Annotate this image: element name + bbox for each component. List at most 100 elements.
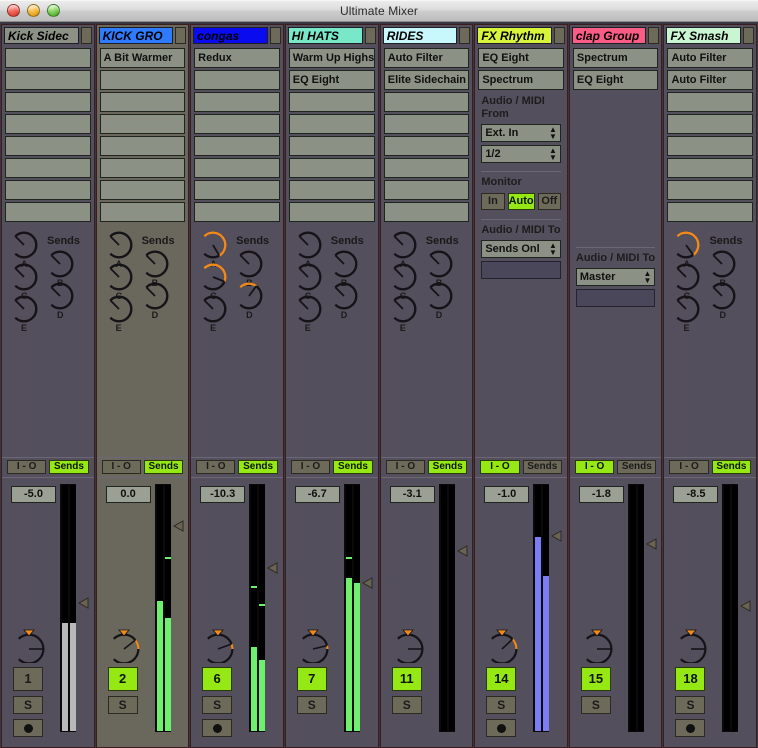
device-slot[interactable] xyxy=(100,158,186,178)
device-slot[interactable] xyxy=(100,114,186,134)
track-fold-button[interactable] xyxy=(554,27,565,44)
monitor-button-auto[interactable]: Auto xyxy=(508,193,535,210)
track-name-field[interactable]: KICK GRO xyxy=(99,27,174,44)
send-knob-e[interactable]: E xyxy=(10,295,38,323)
device-slot[interactable]: A Bit Warmer xyxy=(100,48,186,68)
send-knob-d[interactable]: D xyxy=(235,282,263,310)
send-knob-b[interactable]: B xyxy=(708,250,736,278)
toggle-sends-view[interactable]: Sends xyxy=(523,460,562,474)
monitor-button-off[interactable]: Off xyxy=(538,193,561,210)
device-slot[interactable]: Spectrum xyxy=(573,48,659,68)
volume-fader-handle[interactable] xyxy=(457,545,469,557)
solo-button[interactable]: S xyxy=(392,696,422,714)
device-slot[interactable]: Auto Filter xyxy=(667,48,753,68)
device-slot[interactable]: Auto Filter xyxy=(384,48,470,68)
volume-value-display[interactable]: -6.7 xyxy=(295,486,340,503)
pan-knob[interactable] xyxy=(485,629,519,663)
device-slot[interactable]: Elite Sidechain xyxy=(384,70,470,90)
device-slot[interactable] xyxy=(384,180,470,200)
device-slot[interactable] xyxy=(289,202,375,222)
output-channel-chooser[interactable] xyxy=(481,261,561,279)
toggle-sends-view[interactable]: Sends xyxy=(49,460,88,474)
device-slot[interactable] xyxy=(100,70,186,90)
pan-knob[interactable] xyxy=(580,629,614,663)
send-knob-c[interactable]: C xyxy=(105,263,133,291)
track-name-field[interactable]: FX Rhythm xyxy=(477,27,552,44)
send-knob-a[interactable]: A xyxy=(105,231,133,259)
track-name-field[interactable]: Kick Sidec xyxy=(4,27,79,44)
arm-record-button[interactable] xyxy=(202,719,232,737)
pan-knob[interactable] xyxy=(107,629,141,663)
track-activator-button[interactable]: 14 xyxy=(486,667,516,691)
device-slot[interactable] xyxy=(667,202,753,222)
device-slot[interactable] xyxy=(289,158,375,178)
toggle-sends-view[interactable]: Sends xyxy=(617,460,656,474)
send-knob-b[interactable]: B xyxy=(425,250,453,278)
toggle-io-view[interactable]: I - O xyxy=(7,460,46,474)
send-knob-d[interactable]: D xyxy=(708,282,736,310)
device-slot[interactable] xyxy=(100,180,186,200)
device-slot[interactable] xyxy=(100,92,186,112)
send-knob-e[interactable]: E xyxy=(105,295,133,323)
toggle-sends-view[interactable]: Sends xyxy=(712,460,751,474)
toggle-io-view[interactable]: I - O xyxy=(102,460,141,474)
send-knob-c[interactable]: C xyxy=(294,263,322,291)
minimize-window-icon[interactable] xyxy=(27,4,40,17)
device-slot[interactable] xyxy=(5,92,91,112)
toggle-sends-view[interactable]: Sends xyxy=(333,460,373,474)
track-fold-button[interactable] xyxy=(648,27,659,44)
send-knob-e[interactable]: E xyxy=(199,295,227,323)
toggle-io-view[interactable]: I - O xyxy=(669,460,708,474)
arm-record-button[interactable] xyxy=(13,719,43,737)
track-activator-button[interactable]: 11 xyxy=(392,667,422,691)
device-slot[interactable] xyxy=(384,114,470,134)
device-slot[interactable] xyxy=(100,136,186,156)
device-slot[interactable] xyxy=(194,136,280,156)
send-knob-d[interactable]: D xyxy=(46,282,74,310)
device-slot[interactable] xyxy=(194,202,280,222)
device-slot[interactable] xyxy=(289,136,375,156)
send-knob-d[interactable]: D xyxy=(425,282,453,310)
device-slot[interactable] xyxy=(194,158,280,178)
send-knob-c[interactable]: C xyxy=(389,263,417,291)
send-knob-d[interactable]: D xyxy=(141,282,169,310)
output-target-chooser[interactable]: Master▲▼ xyxy=(576,268,656,286)
device-slot[interactable] xyxy=(100,202,186,222)
toggle-sends-view[interactable]: Sends xyxy=(428,460,467,474)
track-name-field[interactable]: clap Group xyxy=(572,27,647,44)
send-knob-a[interactable]: A xyxy=(199,231,227,259)
toggle-io-view[interactable]: I - O xyxy=(196,460,235,474)
solo-button[interactable]: S xyxy=(202,696,232,714)
solo-button[interactable]: S xyxy=(486,696,516,714)
send-knob-d[interactable]: D xyxy=(330,282,358,310)
device-slot[interactable] xyxy=(5,114,91,134)
device-slot[interactable] xyxy=(667,92,753,112)
arm-record-button[interactable] xyxy=(675,719,705,737)
track-activator-button[interactable]: 1 xyxy=(13,667,43,691)
track-activator-button[interactable]: 7 xyxy=(297,667,327,691)
volume-value-display[interactable]: -1.8 xyxy=(579,486,624,503)
send-knob-a[interactable]: A xyxy=(294,231,322,259)
solo-button[interactable]: S xyxy=(581,696,611,714)
send-knob-e[interactable]: E xyxy=(672,295,700,323)
track-activator-button[interactable]: 15 xyxy=(581,667,611,691)
device-slot[interactable] xyxy=(667,180,753,200)
solo-button[interactable]: S xyxy=(13,696,43,714)
volume-fader-handle[interactable] xyxy=(78,597,90,609)
device-slot[interactable]: EQ Eight xyxy=(478,48,564,68)
pan-knob[interactable] xyxy=(391,629,425,663)
toggle-sends-view[interactable]: Sends xyxy=(238,460,277,474)
send-knob-c[interactable]: C xyxy=(672,263,700,291)
input-source-chooser[interactable]: Ext. In▲▼ xyxy=(481,124,561,142)
output-target-chooser[interactable]: Sends Onl▲▼ xyxy=(481,240,561,258)
toggle-sends-view[interactable]: Sends xyxy=(144,460,183,474)
toggle-io-view[interactable]: I - O xyxy=(386,460,425,474)
volume-value-display[interactable]: -1.0 xyxy=(484,486,529,503)
volume-value-display[interactable]: 0.0 xyxy=(106,486,151,503)
input-channel-chooser[interactable]: 1/2▲▼ xyxy=(481,145,561,163)
device-slot[interactable] xyxy=(667,158,753,178)
solo-button[interactable]: S xyxy=(297,696,327,714)
device-slot[interactable] xyxy=(667,136,753,156)
send-knob-a[interactable]: A xyxy=(672,231,700,259)
track-fold-button[interactable] xyxy=(81,27,92,44)
